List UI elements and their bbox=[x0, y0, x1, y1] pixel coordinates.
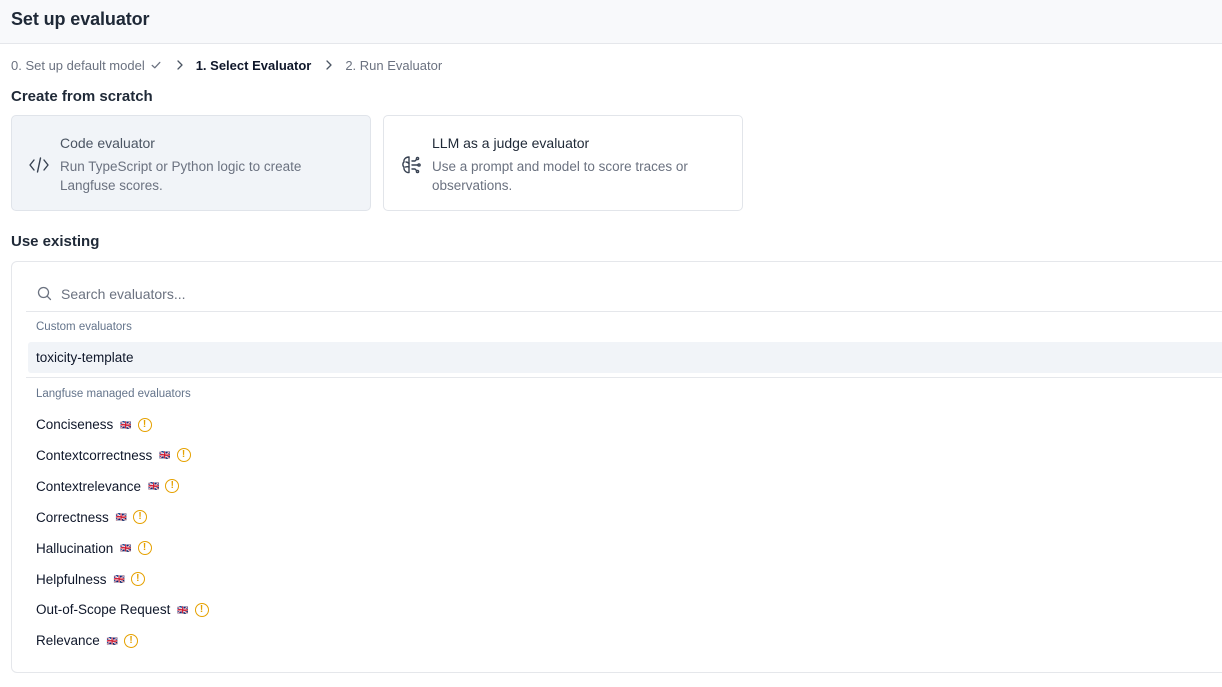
custom-evaluator-item[interactable]: toxicity-template bbox=[28, 342, 1222, 373]
breadcrumb-step-0[interactable]: 0. Set up default model bbox=[11, 58, 162, 73]
group-divider bbox=[26, 377, 1222, 378]
managed-evaluator-label: Helpfulness bbox=[36, 571, 107, 587]
managed-evaluator-item[interactable]: Relevance 🇬🇧! bbox=[28, 625, 1222, 656]
chevron-right-icon bbox=[325, 59, 333, 71]
page-header: Set up evaluator bbox=[0, 0, 1222, 44]
managed-evaluator-label: Correctness bbox=[36, 509, 109, 525]
llm-judge-evaluator-title: LLM as a judge evaluator bbox=[432, 135, 590, 151]
warning-icon[interactable]: ! bbox=[165, 479, 180, 494]
check-icon bbox=[151, 61, 161, 69]
managed-evaluator-label: Hallucination bbox=[36, 540, 114, 556]
warning-icon[interactable]: ! bbox=[176, 448, 191, 463]
warning-icon[interactable]: ! bbox=[124, 633, 139, 648]
breadcrumb-step-2[interactable]: 2. Run Evaluator bbox=[345, 58, 442, 73]
code-icon bbox=[28, 154, 50, 176]
code-evaluator-title: Code evaluator bbox=[60, 135, 155, 151]
managed-evaluator-label: Out-of-Scope Request bbox=[36, 602, 171, 618]
uk-flag-icon: 🇬🇧 bbox=[106, 635, 119, 646]
managed-evaluator-item[interactable]: Out-of-Scope Request 🇬🇧! bbox=[28, 594, 1222, 625]
managed-evaluator-label: Conciseness bbox=[36, 417, 114, 432]
warning-icon[interactable]: ! bbox=[133, 510, 147, 525]
managed-evaluator-item[interactable]: Contextrelevance 🇬🇧! bbox=[28, 471, 1222, 502]
brain-icon bbox=[400, 154, 422, 176]
managed-evaluator-label: Relevance bbox=[36, 633, 100, 649]
search-icon bbox=[37, 286, 52, 301]
llm-judge-evaluator-description: Use a prompt and model to score traces o… bbox=[432, 159, 688, 193]
existing-evaluators-panel: Custom evaluators toxicity-template Lang… bbox=[11, 261, 1222, 673]
uk-flag-icon: 🇬🇧 bbox=[115, 512, 127, 523]
managed-evaluator-item[interactable]: Correctness 🇬🇧! bbox=[28, 502, 1222, 533]
custom-evaluator-label: toxicity-template bbox=[36, 350, 134, 365]
managed-evaluators-heading: Langfuse managed evaluators bbox=[36, 388, 191, 400]
existing-section-heading: Use existing bbox=[11, 233, 100, 250]
managed-evaluator-item[interactable]: Hallucination 🇬🇧! bbox=[28, 533, 1222, 564]
search-input[interactable] bbox=[61, 284, 661, 304]
uk-flag-icon: 🇬🇧 bbox=[148, 481, 160, 492]
managed-evaluator-item[interactable]: Contextcorrectness 🇬🇧! bbox=[28, 440, 1222, 471]
managed-evaluator-item[interactable]: Conciseness 🇬🇧! bbox=[28, 409, 1222, 440]
managed-evaluator-label: Contextcorrectness bbox=[36, 447, 153, 463]
page-title: Set up evaluator bbox=[11, 9, 150, 29]
managed-evaluator-label: Contextrelevance bbox=[36, 478, 142, 494]
warning-icon[interactable]: ! bbox=[130, 572, 145, 586]
warning-icon[interactable]: ! bbox=[194, 602, 209, 617]
uk-flag-icon: 🇬🇧 bbox=[177, 604, 189, 615]
code-evaluator-description: Run TypeScript or Python logic to create… bbox=[60, 159, 302, 193]
uk-flag-icon: 🇬🇧 bbox=[113, 574, 125, 584]
uk-flag-icon: 🇬🇧 bbox=[120, 419, 132, 430]
create-section-heading: Create from scratch bbox=[11, 88, 153, 105]
code-evaluator-card[interactable]: Code evaluator Run TypeScript or Python … bbox=[11, 115, 371, 211]
breadcrumb-step-0-label: 0. Set up default model bbox=[11, 57, 145, 73]
warning-icon[interactable]: ! bbox=[137, 541, 152, 556]
llm-judge-evaluator-card[interactable]: LLM as a judge evaluator Use a prompt an… bbox=[383, 115, 743, 211]
search-bar bbox=[26, 276, 1222, 312]
managed-evaluator-item[interactable]: Helpfulness 🇬🇧! bbox=[28, 564, 1222, 595]
chevron-right-icon bbox=[176, 59, 184, 71]
warning-icon[interactable]: ! bbox=[137, 417, 152, 432]
uk-flag-icon: 🇬🇧 bbox=[120, 543, 132, 554]
custom-evaluators-heading: Custom evaluators bbox=[36, 321, 132, 333]
uk-flag-icon: 🇬🇧 bbox=[159, 450, 171, 461]
breadcrumb-step-1[interactable]: 1. Select Evaluator bbox=[196, 58, 312, 73]
breadcrumb: 0. Set up default model 1. Select Evalua… bbox=[11, 56, 442, 74]
